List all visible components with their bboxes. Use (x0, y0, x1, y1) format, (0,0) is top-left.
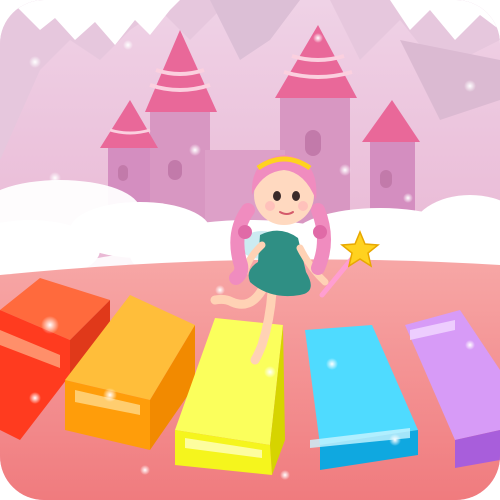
game-scene (0, 0, 500, 500)
